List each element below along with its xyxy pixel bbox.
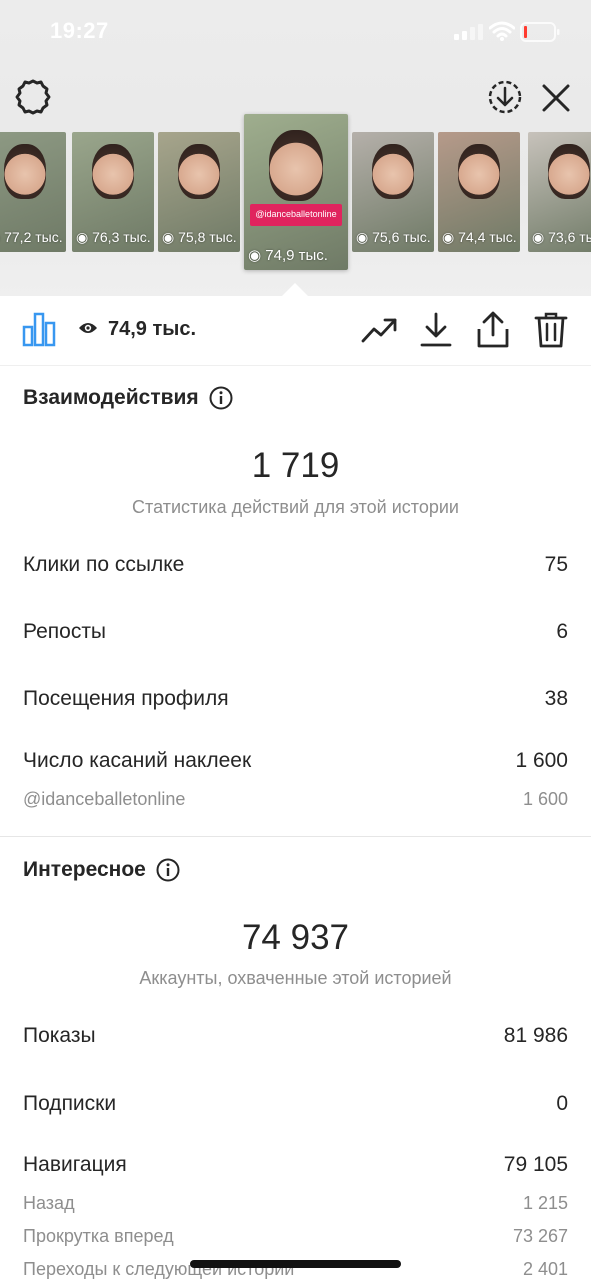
section-divider [0,836,591,837]
active-pointer [282,283,308,296]
story-thumbnail-active[interactable]: @idanceballetonline ◉ 74,9 тыс. [244,114,348,270]
stat-value: 79 105 [503,1153,568,1176]
interactions-caption: Статистика действий для этой истории [132,497,459,517]
stat-row-follows: Подписки 0 [23,1092,568,1116]
story-thumbnail[interactable]: ◉ 75,6 тыс. [352,132,434,252]
stat-label: Показы [23,1024,96,1047]
stat-row-shares: Репосты 6 [23,620,568,644]
story-thumbnail[interactable]: ◉ 76,3 тыс. [72,132,154,252]
thumbnail-view-count: ◉ 76,3 тыс. [76,229,151,245]
stat-label: Подписки [23,1092,117,1115]
stat-value: 38 [544,687,568,710]
stat-value: 1 215 [522,1193,568,1213]
discovery-heading: Интересное [23,858,180,882]
thumbnail-image [177,144,221,200]
thumbnail-image [457,144,501,200]
stat-value: 73 267 [512,1226,568,1246]
status-bar: 19:27 [0,0,591,66]
download-icon [488,80,522,114]
settings-button[interactable] [14,78,52,116]
story-thumbnail[interactable]: ◉ 75,8 тыс. [158,132,240,252]
interactions-total: 1 719 [251,446,340,485]
story-toolbar: 74,9 тыс. [0,296,591,366]
thumbnail-image [3,144,47,200]
stat-label: Число касаний наклеек [23,749,252,772]
wifi-icon [489,21,515,41]
story-thumbnail[interactable]: ◉ 77,2 тыс. [0,132,66,252]
story-view-count: 74,9 тыс. [108,318,197,340]
close-button[interactable] [538,80,574,116]
trend-icon [361,318,397,343]
stat-label: Посещения профиля [23,687,229,710]
thumbnail-view-count: ◉ 75,6 тыс. [356,229,431,245]
discovery-total: 74 937 [241,918,350,957]
home-indicator [190,1260,401,1268]
stat-value: 0 [556,1092,568,1115]
thumbnail-image [547,144,591,200]
share-icon [477,311,509,348]
status-time: 19:27 [50,18,109,43]
stat-row-link-clicks: Клики по ссылке 75 [23,553,568,577]
insights-tab[interactable] [20,310,58,348]
thumbnail-image [91,144,135,200]
story-thumbnail[interactable]: ◉ 73,6 тыс. [528,132,591,252]
stat-label: @idanceballetonline [23,789,186,809]
stat-row-sticker-mention: @idanceballetonline 1 600 [23,789,568,810]
thumbnail-image [371,144,415,200]
stat-row-profile-visits: Посещения профиля 38 [23,687,568,711]
stat-row-navigation: Навигация 79 105 [23,1153,568,1177]
stat-row-impressions: Показы 81 986 [23,1024,568,1048]
stat-row-sticker-taps: Число касаний наклеек 1 600 [23,749,568,773]
stat-value: 2 401 [522,1259,568,1279]
discovery-title: Интересное [23,858,146,881]
thumbnail-view-count: ◉ 74,9 тыс. [248,247,328,264]
close-icon [542,84,570,112]
share-button[interactable] [474,310,512,350]
bar-chart-icon [22,312,56,347]
battery-icon [520,22,560,42]
save-icon [420,312,452,347]
save-button[interactable] [418,310,454,350]
interactions-title: Взаимодействия [23,386,199,409]
story-thumbnail[interactable]: ◉ 74,4 тыс. [438,132,520,252]
info-icon[interactable] [209,386,233,410]
stat-value: 1 600 [515,749,568,772]
delete-button[interactable] [532,310,570,350]
stat-value: 1 600 [522,789,568,809]
stat-value: 75 [544,553,568,576]
download-story-button[interactable] [486,78,524,116]
settings-icon [15,79,51,115]
thumbnail-view-count: ◉ 77,2 тыс. [0,229,63,245]
stat-label: Прокрутка вперед [23,1226,174,1246]
thumbnail-view-count: ◉ 75,8 тыс. [162,229,237,245]
eye-icon [79,323,97,333]
thumbnail-view-count: ◉ 73,6 тыс. [532,229,591,245]
stat-row-back: Назад 1 215 [23,1193,568,1214]
signal-icon [454,24,483,40]
stat-value: 6 [556,620,568,643]
info-icon[interactable] [156,858,180,882]
thumbnail-image [268,129,324,202]
discovery-caption: Аккаунты, охваченные этой историей [139,968,452,988]
stat-label: Назад [23,1193,75,1213]
story-thumbnail-strip[interactable]: ◉ 77,2 тыс. ◉ 76,3 тыс. ◉ 75,8 тыс. @idance… [0,114,591,274]
stat-value: 81 986 [503,1024,568,1047]
thumbnail-view-count: ◉ 74,4 тыс. [442,229,517,245]
mention-sticker: @idanceballetonline [250,204,342,227]
stat-row-forward: Прокрутка вперед 73 267 [23,1226,568,1247]
promote-button[interactable] [360,312,400,348]
trash-icon [534,312,568,348]
stat-label: Репосты [23,620,107,643]
stat-label: Навигация [23,1153,127,1176]
stat-label: Клики по ссылке [23,553,185,576]
story-carousel-header: 19:27 ◉ 77 [0,0,591,296]
interactions-heading: Взаимодействия [23,386,233,410]
